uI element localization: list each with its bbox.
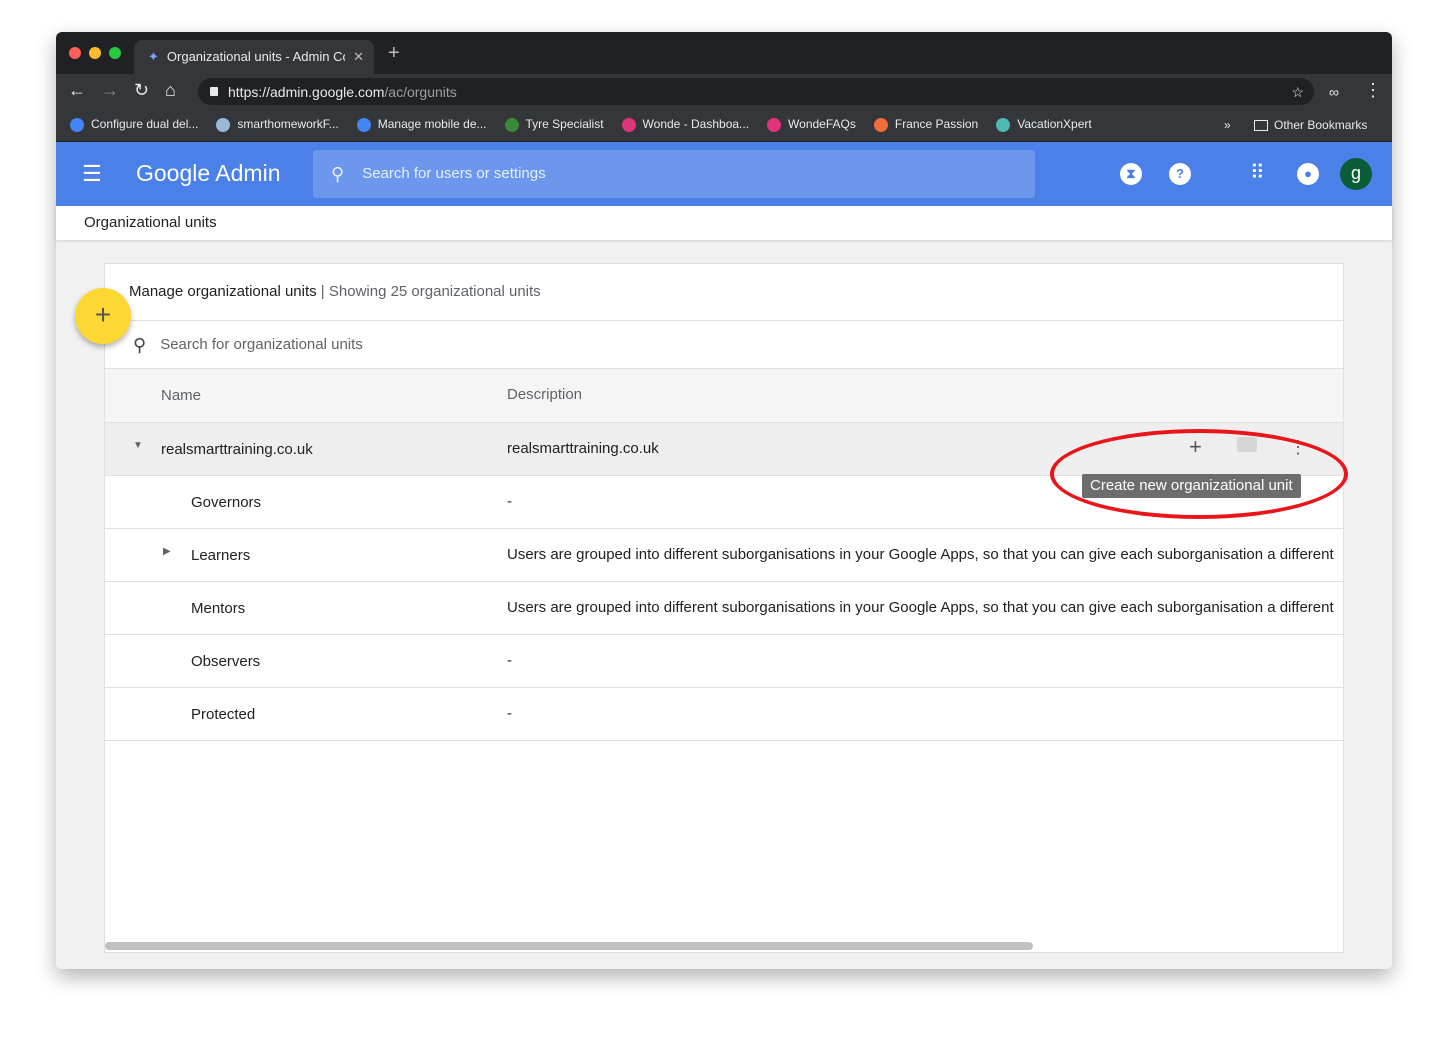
folder-icon <box>1254 120 1268 132</box>
bookmark-item[interactable]: Manage mobile de... <box>356 117 487 132</box>
orgunit-description: Users are grouped into different suborga… <box>507 546 1334 563</box>
orgunit-name[interactable]: Protected <box>191 706 255 724</box>
admin-favicon-icon: ✦ <box>148 49 159 64</box>
bookmark-favicon-icon <box>70 117 84 132</box>
orgunit-description: realsmarttraining.co.uk <box>507 440 659 457</box>
bookmark-favicon-icon <box>873 117 888 132</box>
notifications-bell-icon[interactable]: ● <box>1297 163 1319 185</box>
apps-grid-icon[interactable]: ⠿ <box>1250 162 1265 184</box>
column-description: Description <box>507 386 583 403</box>
bookmark-item[interactable]: WondeFAQs <box>767 117 856 132</box>
table-row[interactable]: Observers - <box>105 635 1343 688</box>
orgunit-name[interactable]: Governors <box>191 494 261 512</box>
search-icon: ⚲ <box>133 334 147 355</box>
search-icon: ⚲ <box>331 164 345 184</box>
hourglass-icon[interactable]: ⧗ <box>1120 163 1142 185</box>
bookmark-favicon-icon <box>356 117 371 132</box>
bookmark-favicon-icon <box>504 117 519 132</box>
browser-tab[interactable]: ✦ Organizational units - Admin Console ✕ <box>134 40 374 74</box>
more-vert-icon[interactable]: ⋮ <box>1364 80 1382 100</box>
new-tab-button[interactable]: + <box>388 42 400 64</box>
orgunit-description: - <box>507 652 512 669</box>
bookmark-favicon-icon <box>621 117 636 132</box>
title-bar: ✦ Organizational units - Admin Console ✕… <box>56 32 1392 74</box>
table-row[interactable]: ▶ Learners Users are grouped into differen… <box>105 529 1343 582</box>
close-tab-icon[interactable]: ✕ <box>353 49 364 65</box>
toolbar: ← → ↻ ⌂ https://admin.google.com/ac/orgu… <box>56 74 1392 108</box>
logo[interactable]: Google Admin <box>136 160 280 186</box>
bookmark-item[interactable]: VacationXpert <box>996 117 1092 132</box>
hamburger-menu-icon[interactable]: ☰ <box>82 162 102 186</box>
address-bar[interactable]: https://admin.google.com/ac/orgunits ☆ <box>198 78 1314 105</box>
back-icon[interactable]: ← <box>68 80 86 100</box>
help-icon[interactable]: ? <box>1169 163 1191 185</box>
forward-icon[interactable]: → <box>101 80 119 100</box>
incognito-icon[interactable]: ∞ <box>1329 82 1339 102</box>
breadcrumb: Organizational units <box>56 206 1392 240</box>
orgunit-name[interactable]: Observers <box>191 653 260 671</box>
bookmark-favicon-icon <box>216 117 231 132</box>
table-header: Name Description <box>105 369 1343 423</box>
table-row[interactable]: Mentors Users are grouped into different … <box>105 582 1343 635</box>
app-header: ☰ Google Admin ⚲ Search for users or set… <box>56 142 1392 206</box>
card-title: Manage organizational units | Showing 25… <box>105 264 1343 321</box>
bookmark-favicon-icon <box>767 117 782 132</box>
add-orgunit-fab[interactable]: + <box>75 288 131 344</box>
bookmark-item[interactable]: Configure dual del... <box>70 117 198 132</box>
orgunit-name[interactable]: Mentors <box>191 600 245 618</box>
star-icon[interactable]: ☆ <box>1291 84 1304 100</box>
expand-toggle-icon[interactable]: ▼ <box>133 440 143 452</box>
global-search-input[interactable]: ⚲ Search for users or settings <box>313 150 1035 198</box>
orgunit-search-input[interactable]: ⚲ Search for organizational units <box>105 321 1343 369</box>
bookmark-item[interactable]: Tyre Specialist <box>504 117 604 132</box>
bookmark-favicon-icon <box>996 117 1011 132</box>
more-bookmarks-button[interactable]: » <box>1224 118 1231 132</box>
maximize-window-button[interactable] <box>109 47 121 59</box>
bookmark-item[interactable]: France Passion <box>873 117 978 132</box>
content-area: Manage organizational units | Showing 25… <box>56 240 1392 969</box>
tooltip: Create new organizational unit <box>1082 474 1301 498</box>
minimize-window-button[interactable] <box>89 47 101 59</box>
expand-toggle-icon[interactable]: ▶ <box>163 546 171 558</box>
orgunits-card: Manage organizational units | Showing 25… <box>104 263 1344 953</box>
close-window-button[interactable] <box>69 47 81 59</box>
orgunit-name[interactable]: Learners <box>191 547 250 565</box>
orgunit-description: - <box>507 705 512 722</box>
other-bookmarks[interactable]: Other Bookmarks <box>1254 118 1367 132</box>
lock-icon <box>210 87 218 96</box>
bookmark-item[interactable]: smarthomeworkF... <box>216 117 339 132</box>
avatar[interactable]: g <box>1340 158 1372 190</box>
horizontal-scrollbar[interactable] <box>105 942 1033 950</box>
orgunit-description: Users are grouped into different suborga… <box>507 599 1334 616</box>
browser-window: ✦ Organizational units - Admin Console ✕… <box>56 32 1392 969</box>
bookmarks-bar: Configure dual del... smarthomeworkF... Ma… <box>56 108 1392 142</box>
table-row[interactable]: Protected - <box>105 688 1343 741</box>
column-name[interactable]: Name <box>161 387 201 405</box>
orgunit-name[interactable]: realsmarttraining.co.uk <box>161 441 313 459</box>
reload-icon[interactable]: ↻ <box>134 80 149 100</box>
home-icon[interactable]: ⌂ <box>165 80 176 100</box>
bookmark-item[interactable]: Wonde - Dashboa... <box>621 117 749 132</box>
